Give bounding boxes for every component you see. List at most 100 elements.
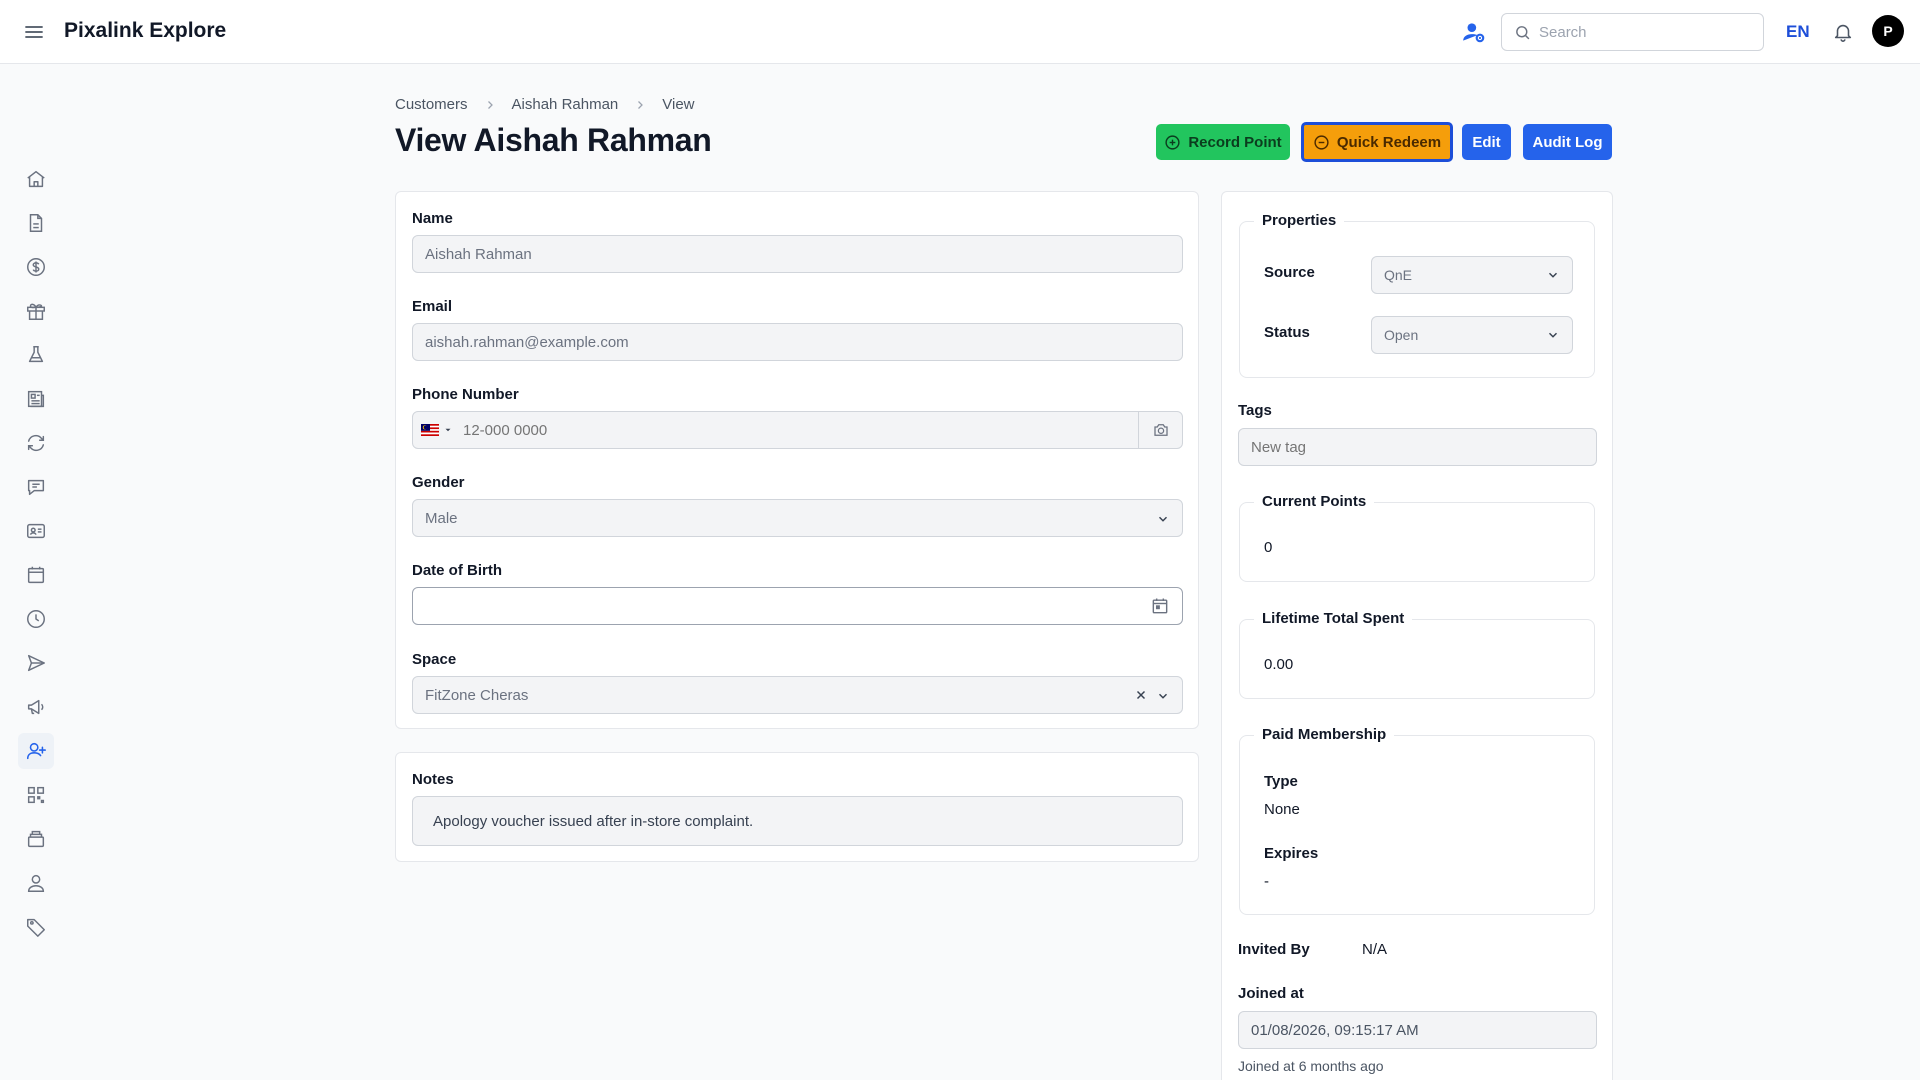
refresh-icon [27, 434, 45, 452]
joined-at-value: 01/08/2026, 09:15:17 AM [1251, 1021, 1419, 1039]
sidebar-item-lab[interactable] [18, 337, 54, 373]
chevron-right-icon [484, 99, 496, 111]
user-avatar[interactable]: P [1872, 15, 1904, 47]
breadcrumb-customer-name[interactable]: Aishah Rahman [512, 96, 619, 113]
sidebar-item-tags[interactable] [18, 909, 54, 945]
search-field[interactable] [1501, 13, 1764, 51]
name-label: Name [412, 210, 453, 227]
membership-type-label: Type [1264, 773, 1298, 790]
sidebar-item-cards[interactable] [18, 513, 54, 549]
status-select[interactable]: Open [1371, 316, 1573, 354]
space-value: FitZone Cheras [425, 686, 529, 704]
stack-icon [27, 830, 45, 848]
source-select[interactable]: QnE [1371, 256, 1573, 294]
breadcrumb-customers[interactable]: Customers [395, 96, 468, 113]
sidebar-item-finance[interactable] [18, 249, 54, 285]
edit-button[interactable]: Edit [1462, 124, 1511, 160]
sidebar-item-history[interactable] [18, 601, 54, 637]
quick-redeem-label: Quick Redeem [1336, 133, 1442, 151]
minus-circle-icon [1314, 134, 1329, 150]
sidebar-item-messages[interactable] [18, 469, 54, 505]
notes-card: Notes Apology voucher issued after in-st… [395, 752, 1199, 862]
joined-at-label: Joined at [1238, 985, 1304, 1002]
notification-bell-icon[interactable] [1827, 16, 1859, 48]
page-title: View Aishah Rahman [395, 122, 712, 158]
country-flag-selector[interactable] [421, 424, 453, 436]
gender-select[interactable]: Male [412, 499, 1183, 537]
calendar-icon [27, 566, 45, 584]
gender-label: Gender [412, 474, 465, 491]
space-select[interactable]: FitZone Cheras [412, 676, 1183, 714]
phone-input[interactable] [463, 421, 1103, 439]
send-icon [27, 654, 45, 672]
top-bar: Pixalink Explore EN P [0, 0, 1920, 64]
joined-relative-text: Joined at 6 months ago [1238, 1058, 1384, 1074]
current-points-value: 0 [1264, 539, 1273, 556]
properties-section: Properties Source QnE Status Open [1239, 212, 1595, 378]
malaysia-flag-icon [421, 424, 439, 436]
sidebar-item-announcements[interactable] [18, 689, 54, 725]
search-input[interactable] [1539, 23, 1739, 41]
email-field[interactable]: aishah.rahman@example.com [412, 323, 1183, 361]
chevron-down-icon [1156, 512, 1170, 526]
source-value: QnE [1384, 267, 1413, 283]
tag-icon [27, 918, 45, 937]
customer-details-card: Name Aishah Rahman Email aishah.rahman@e… [395, 191, 1199, 729]
chat-icon [27, 479, 45, 496]
hamburger-menu-icon[interactable] [22, 20, 46, 44]
sidebar-item-campaigns[interactable] [18, 645, 54, 681]
phone-field[interactable] [412, 411, 1183, 449]
chevron-down-icon [1156, 689, 1170, 703]
user-settings-icon[interactable] [1458, 16, 1490, 48]
app-title: Pixalink Explore [64, 19, 227, 42]
flask-icon [28, 346, 44, 363]
membership-expires-label: Expires [1264, 845, 1319, 862]
camera-icon[interactable] [1138, 412, 1182, 448]
qr-code-icon [27, 786, 45, 804]
phone-label: Phone Number [412, 386, 519, 403]
caret-down-icon [445, 428, 451, 432]
current-points-legend: Current Points [1254, 493, 1375, 510]
name-value: Aishah Rahman [425, 245, 532, 263]
sidebar-item-news[interactable] [18, 381, 54, 417]
current-points-section: Current Points 0 [1239, 493, 1595, 582]
sidebar-item-home[interactable] [18, 161, 54, 197]
sidebar-item-qr[interactable] [18, 777, 54, 813]
customer-meta-card: Properties Source QnE Status Open Tags C… [1221, 191, 1613, 1080]
calendar-picker-icon[interactable] [1150, 596, 1170, 616]
invited-by-value: N/A [1362, 941, 1388, 958]
clear-icon[interactable] [1134, 688, 1148, 702]
space-label: Space [412, 651, 457, 668]
megaphone-icon [27, 699, 44, 715]
notes-field[interactable]: Apology voucher issued after in-store co… [412, 796, 1183, 846]
tags-input[interactable] [1251, 438, 1571, 456]
email-label: Email [412, 298, 453, 315]
lifetime-spent-section: Lifetime Total Spent 0.00 [1239, 610, 1595, 699]
search-icon [1514, 24, 1531, 41]
sidebar-item-calendar[interactable] [18, 557, 54, 593]
email-value: aishah.rahman@example.com [425, 333, 629, 351]
paid-membership-section: Paid Membership Type None Expires - [1239, 726, 1595, 915]
dollar-icon [27, 258, 45, 276]
sidebar-item-inventory[interactable] [18, 821, 54, 857]
record-point-button[interactable]: Record Point [1156, 124, 1290, 160]
sidebar-item-sync[interactable] [18, 425, 54, 461]
quick-redeem-button[interactable]: Quick Redeem [1301, 122, 1453, 162]
tags-field[interactable] [1238, 428, 1597, 466]
sidebar-item-documents[interactable] [18, 205, 54, 241]
lifetime-spent-legend: Lifetime Total Spent [1254, 610, 1413, 627]
newspaper-icon [27, 390, 45, 408]
name-field[interactable]: Aishah Rahman [412, 235, 1183, 273]
sidebar-item-users[interactable] [18, 865, 54, 901]
audit-log-button[interactable]: Audit Log [1523, 124, 1612, 160]
tags-label: Tags [1238, 402, 1272, 419]
record-point-label: Record Point [1188, 133, 1282, 151]
notes-label: Notes [412, 771, 454, 788]
dob-label: Date of Birth [412, 562, 502, 579]
membership-type-value: None [1264, 801, 1300, 818]
sidebar-item-rewards[interactable] [18, 293, 54, 329]
dob-field[interactable] [412, 587, 1183, 625]
sidebar-item-customers[interactable] [18, 733, 54, 769]
paid-membership-legend: Paid Membership [1254, 726, 1395, 743]
language-switcher[interactable]: EN [1786, 22, 1810, 42]
